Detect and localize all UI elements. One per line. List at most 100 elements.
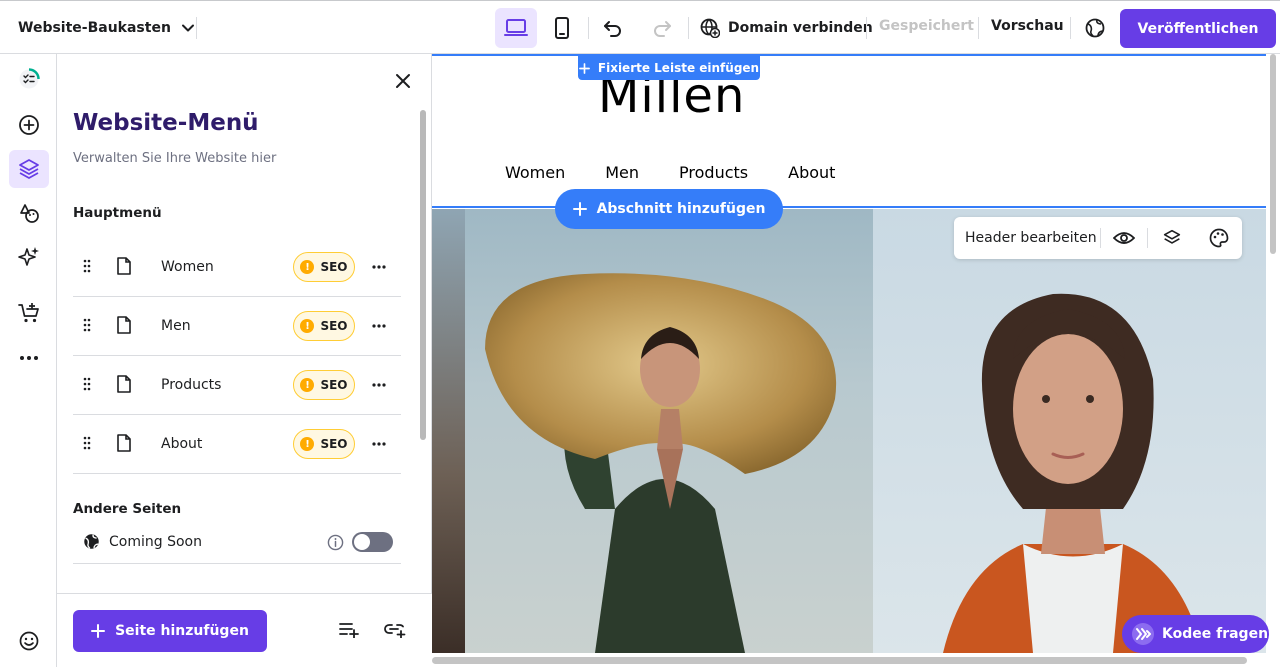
language-button[interactable] <box>1074 8 1116 48</box>
plus-circle-icon <box>19 115 39 135</box>
add-sticky-bar-button[interactable]: Fixierte Leiste einfügen <box>578 56 760 80</box>
panel-title: Website-Menü <box>73 110 259 136</box>
sparkles-icon <box>18 247 39 266</box>
seo-badge[interactable]: ! SEO <box>293 370 355 400</box>
panel-scrollbar[interactable] <box>420 110 426 440</box>
store-button[interactable] <box>9 294 49 332</box>
mobile-view-button[interactable] <box>541 8 583 48</box>
page-icon <box>117 434 131 452</box>
other-pages-heading: Andere Seiten <box>73 501 182 517</box>
cart-add-icon <box>18 303 39 323</box>
add-section-button[interactable]: Abschnitt hinzufügen <box>555 189 783 229</box>
nav-link-about[interactable]: About <box>788 163 835 182</box>
style-button[interactable] <box>1195 217 1242 259</box>
main-menu-heading: Hauptmenü <box>73 205 162 221</box>
layers-icon <box>19 159 39 179</box>
seo-badge[interactable]: ! SEO <box>293 252 355 282</box>
add-section-label: Abschnitt hinzufügen <box>596 201 766 217</box>
publish-button[interactable]: Veröffentlichen <box>1120 9 1276 48</box>
plus-icon <box>91 624 106 638</box>
drag-handle-icon[interactable] <box>83 259 91 273</box>
canvas-horizontal-scrollbar[interactable] <box>432 657 1247 664</box>
chevron-down-icon <box>181 24 194 32</box>
hero-gallery[interactable] <box>432 209 1266 653</box>
other-page-item[interactable]: Coming Soon <box>73 522 401 564</box>
kodee-icon <box>1132 623 1154 645</box>
canvas-vertical-scrollbar[interactable] <box>1270 54 1276 254</box>
desktop-view-button[interactable] <box>495 8 537 48</box>
preview-button[interactable]: Vorschau <box>991 18 1064 34</box>
warning-icon: ! <box>300 319 315 333</box>
checklist-icon <box>19 68 40 89</box>
add-element-button[interactable] <box>9 106 49 144</box>
globe-plus-icon <box>700 18 720 38</box>
more-button[interactable] <box>9 339 49 377</box>
info-icon[interactable] <box>327 534 344 551</box>
menu-item-more-button[interactable] <box>369 376 389 394</box>
seo-badge-label: SEO <box>320 378 348 392</box>
feedback-button[interactable] <box>9 622 49 660</box>
drag-handle-icon[interactable] <box>83 318 91 332</box>
globe-icon <box>1085 18 1105 38</box>
divider <box>688 17 689 39</box>
menu-item[interactable]: Women ! SEO <box>73 238 401 297</box>
layers-button[interactable] <box>1148 217 1195 259</box>
drag-handle-icon[interactable] <box>83 436 91 450</box>
divider <box>588 17 589 39</box>
undo-button[interactable] <box>592 8 634 48</box>
toggle-knob <box>354 534 370 550</box>
plus-icon <box>578 62 590 74</box>
menu-item-label: About <box>161 436 203 452</box>
shapes-palette-icon <box>20 204 39 223</box>
close-panel-button[interactable] <box>392 70 414 92</box>
divider <box>196 17 197 39</box>
warning-icon: ! <box>300 437 315 451</box>
seo-badge-label: SEO <box>320 437 348 451</box>
layers-icon <box>1163 229 1180 244</box>
checklist-button[interactable] <box>9 60 49 98</box>
nav-link-women[interactable]: Women <box>505 163 565 182</box>
menu-item-more-button[interactable] <box>369 435 389 453</box>
warning-icon: ! <box>300 378 315 392</box>
menu-item-label: Products <box>161 377 222 393</box>
seo-badge[interactable]: ! SEO <box>293 429 355 459</box>
menu-item-label: Men <box>161 318 191 334</box>
edit-header-button[interactable]: Header bearbeiten <box>954 230 1100 246</box>
panel-footer: Seite hinzufügen <box>57 593 432 667</box>
more-dots-icon <box>20 356 38 360</box>
plus-icon <box>572 202 587 216</box>
seo-badge[interactable]: ! SEO <box>293 311 355 341</box>
nav-link-men[interactable]: Men <box>605 163 639 182</box>
nav-link-products[interactable]: Products <box>679 163 748 182</box>
menu-item[interactable]: Men ! SEO <box>73 297 401 356</box>
website-menu-panel: Website-Menü Verwalten Sie Ihre Website … <box>57 54 432 667</box>
header-edit-toolbar: Header bearbeiten <box>954 217 1242 259</box>
connect-domain-button[interactable]: Domain verbinden <box>700 18 873 38</box>
kodee-ai-button[interactable]: Kodee fragen <box>1122 615 1269 653</box>
site-header-section[interactable]: Millen Women Men Products About Fixierte… <box>432 54 1266 208</box>
menu-item-more-button[interactable] <box>369 317 389 335</box>
styles-button[interactable] <box>9 194 49 232</box>
website-menu-button[interactable] <box>9 150 49 188</box>
visibility-button[interactable] <box>1101 217 1148 259</box>
coming-soon-toggle[interactable] <box>352 532 393 552</box>
divider <box>866 17 867 39</box>
redo-button[interactable] <box>641 8 683 48</box>
menu-item-more-button[interactable] <box>369 258 389 276</box>
undo-icon <box>604 21 621 37</box>
ai-tools-button[interactable] <box>9 238 49 276</box>
add-list-item-icon[interactable] <box>339 622 359 638</box>
gallery-image-partial <box>432 209 465 653</box>
redo-icon <box>654 21 671 37</box>
menu-item[interactable]: Products ! SEO <box>73 356 401 415</box>
menu-item[interactable]: About ! SEO <box>73 415 401 474</box>
laptop-icon <box>504 19 528 36</box>
seo-badge-label: SEO <box>320 260 348 274</box>
add-page-button[interactable]: Seite hinzufügen <box>73 610 267 652</box>
site-switcher[interactable]: Website-Baukasten <box>18 16 195 40</box>
editor-canvas[interactable]: Millen Women Men Products About Fixierte… <box>432 54 1280 667</box>
divider <box>978 17 979 39</box>
drag-handle-icon[interactable] <box>83 377 91 391</box>
add-link-icon[interactable] <box>384 622 406 638</box>
other-page-label: Coming Soon <box>109 534 202 550</box>
